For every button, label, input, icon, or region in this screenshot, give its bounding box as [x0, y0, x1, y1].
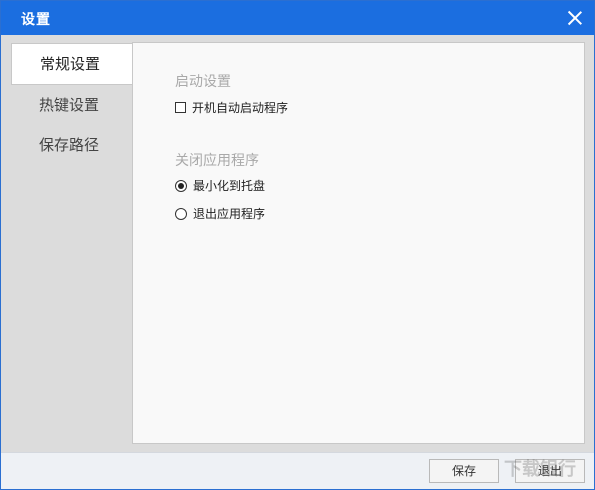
exit-app-radio[interactable]: 退出应用程序 — [175, 205, 265, 222]
settings-panel: 启动设置 开机自动启动程序 关闭应用程序 最小化到托盘 退出应用程序 — [132, 42, 585, 444]
startup-section-title: 启动设置 — [175, 74, 231, 90]
settings-sidebar: 常规设置 热键设置 保存路径 — [11, 43, 133, 165]
minimize-tray-radio[interactable]: 最小化到托盘 — [175, 177, 265, 194]
sidebar-item-general[interactable]: 常规设置 — [11, 43, 133, 85]
close-icon[interactable] — [564, 7, 586, 29]
autostart-label: 开机自动启动程序 — [192, 101, 289, 115]
window-title: 设置 — [21, 12, 51, 28]
title-bar: 设置 — [1, 1, 594, 35]
footer: 保存 退出 下载银行 — [1, 452, 594, 489]
radio-icon[interactable] — [175, 207, 187, 220]
settings-window: 设置 常规设置 热键设置 保存路径 启动设置 开机自动启动程序 关闭应用程序 最… — [0, 0, 595, 490]
sidebar-item-save-path[interactable]: 保存路径 — [11, 125, 133, 165]
watermark: 下载银行 — [504, 459, 576, 480]
sidebar-item-hotkeys[interactable]: 热键设置 — [11, 85, 133, 125]
checkbox-icon[interactable] — [175, 102, 186, 113]
minimize-tray-label: 最小化到托盘 — [193, 179, 266, 193]
save-button[interactable]: 保存 — [429, 459, 499, 483]
exit-app-label: 退出应用程序 — [193, 207, 266, 221]
close-app-section-title: 关闭应用程序 — [175, 153, 259, 169]
radio-selected-icon[interactable] — [175, 179, 187, 192]
autostart-checkbox[interactable]: 开机自动启动程序 — [175, 99, 288, 116]
